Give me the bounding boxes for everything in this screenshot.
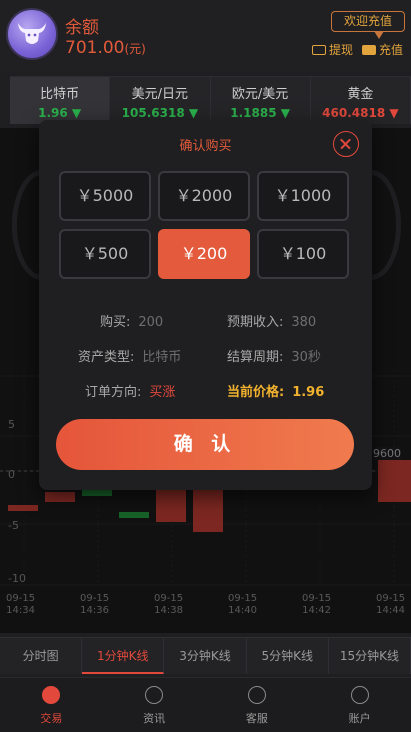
asset-type-row: 资产类型: 比特币 [78,346,181,365]
income-value: 380 [291,315,317,330]
ticker-gold[interactable]: 黄金 460.4818 ▼ [310,77,411,124]
card-icon [311,44,326,55]
ticker-name: 欧元/美元 [231,87,289,102]
amount-option-100[interactable]: ￥100 [257,229,349,279]
avatar[interactable] [6,8,58,60]
purchase-confirm-dialog: 确认购买 ￥5000 ￥2000 ￥1000 ￥500 ￥200 ￥100 购买… [39,120,372,490]
direction-value: 买涨 [149,385,176,400]
support-icon [247,686,266,704]
amount-option-1000[interactable]: ￥1000 [257,171,349,221]
y-tick: -5 [8,519,19,532]
settlement-period-row: 结算周期: 30秒 [227,346,321,365]
confirm-button[interactable]: 确 认 [56,419,354,470]
y-tick: -10 [8,572,26,585]
ticker-usdjpy[interactable]: 美元/日元 105.6318 ▼ [110,77,211,124]
bull-logo-icon [18,23,46,44]
asset-value: 比特币 [142,350,182,365]
buy-label: 购买: [100,315,131,330]
close-icon[interactable] [333,131,359,157]
candle [119,512,149,518]
candle [82,490,112,496]
order-direction-row: 订单方向: 买涨 [85,381,175,400]
dialog-title: 确认购买 [179,139,232,154]
ticker-name: 比特币 [40,87,80,102]
withdraw-button[interactable]: 提现 [311,41,353,58]
recharge-button[interactable]: 充值 [361,41,403,58]
amount-option-5000[interactable]: ￥5000 [59,171,151,221]
nav-trade[interactable]: 交易 [0,678,103,732]
balance-value: 701.00(元) [65,38,146,58]
nav-label: 账户 [348,712,371,725]
x-tick: 09-15 14:42 [302,593,332,616]
amount-option-2000[interactable]: ￥2000 [158,171,250,221]
x-tick: 09-15 14:34 [6,593,36,616]
account-header: 余额 701.00(元) 欢迎充值 提现 充值 [0,0,411,72]
current-price-value: 1.96 [292,385,325,400]
trade-icon [42,686,61,704]
current-price-row: 当前价格: 1.96 [227,381,324,400]
nav-label: 交易 [40,712,63,725]
ticker-name: 黄金 [347,87,374,102]
tab-5min-kline[interactable]: 5分钟K线 [247,638,329,674]
income-label: 预期收入: [227,315,284,330]
ticker-price: 460.4818 ▼ [322,106,399,120]
candle [156,490,186,522]
ticker-price: 1.1885 ▼ [230,106,290,120]
buy-value: 200 [138,315,164,330]
current-price-label: 当前价格: [227,385,285,400]
ticker-eurusd[interactable]: 欧元/美元 1.1885 ▼ [210,77,311,124]
asset-label: 资产类型: [78,350,135,365]
period-label: 结算周期: [227,350,284,365]
x-tick: 09-15 14:36 [80,593,110,616]
last-price-label: 9600 [373,447,401,460]
news-icon [145,686,164,704]
candle [45,492,75,502]
balance-label: 余额 [65,18,99,38]
tab-15min-kline[interactable]: 15分钟K线 [329,638,411,674]
chart-period-tabs: 分时图 1分钟K线 3分钟K线 5分钟K线 15分钟K线 [0,637,411,674]
ticker-name: 美元/日元 [131,87,189,102]
withdraw-label: 提现 [328,43,353,57]
y-tick: 5 [8,418,15,431]
recharge-label: 充值 [378,43,403,57]
nav-label: 客服 [245,712,268,725]
candle [8,505,38,511]
wallet-icon [361,44,376,55]
welcome-recharge-badge[interactable]: 欢迎充值 [331,11,405,39]
expected-income-row: 预期收入: 380 [227,311,316,330]
nav-news[interactable]: 资讯 [103,678,206,732]
amount-option-200[interactable]: ￥200 [158,229,250,279]
buy-amount-row: 购买: 200 [100,311,163,330]
amount-option-500[interactable]: ￥500 [59,229,151,279]
bottom-navigation: 交易 资讯 客服 账户 [0,677,411,732]
y-tick: 0 [8,468,15,481]
ticker-price: 105.6318 ▼ [121,106,199,120]
amount-options: ￥5000 ￥2000 ￥1000 ￥500 ￥200 ￥100 [59,171,351,279]
direction-label: 订单方向: [85,385,142,400]
ticker-price: 1.96 ▼ [38,106,82,120]
currency-unit: (元) [124,42,146,56]
candle [378,460,411,502]
tab-3min-kline[interactable]: 3分钟K线 [164,638,247,674]
nav-label: 资讯 [143,712,166,725]
tab-1min-kline[interactable]: 1分钟K线 [82,638,165,674]
period-value: 30秒 [291,350,321,365]
x-tick: 09-15 14:44 [376,593,406,616]
nav-account[interactable]: 账户 [308,678,411,732]
nav-support[interactable]: 客服 [206,678,309,732]
x-tick: 09-15 14:40 [228,593,258,616]
tab-time-share[interactable]: 分时图 [0,638,83,674]
user-icon [350,686,369,704]
market-ticker-bar: 比特币 1.96 ▼ 美元/日元 105.6318 ▼ 欧元/美元 1.1885… [10,76,411,124]
x-tick: 09-15 14:38 [154,593,184,616]
candle [193,490,223,532]
ticker-bitcoin[interactable]: 比特币 1.96 ▼ [10,77,111,124]
